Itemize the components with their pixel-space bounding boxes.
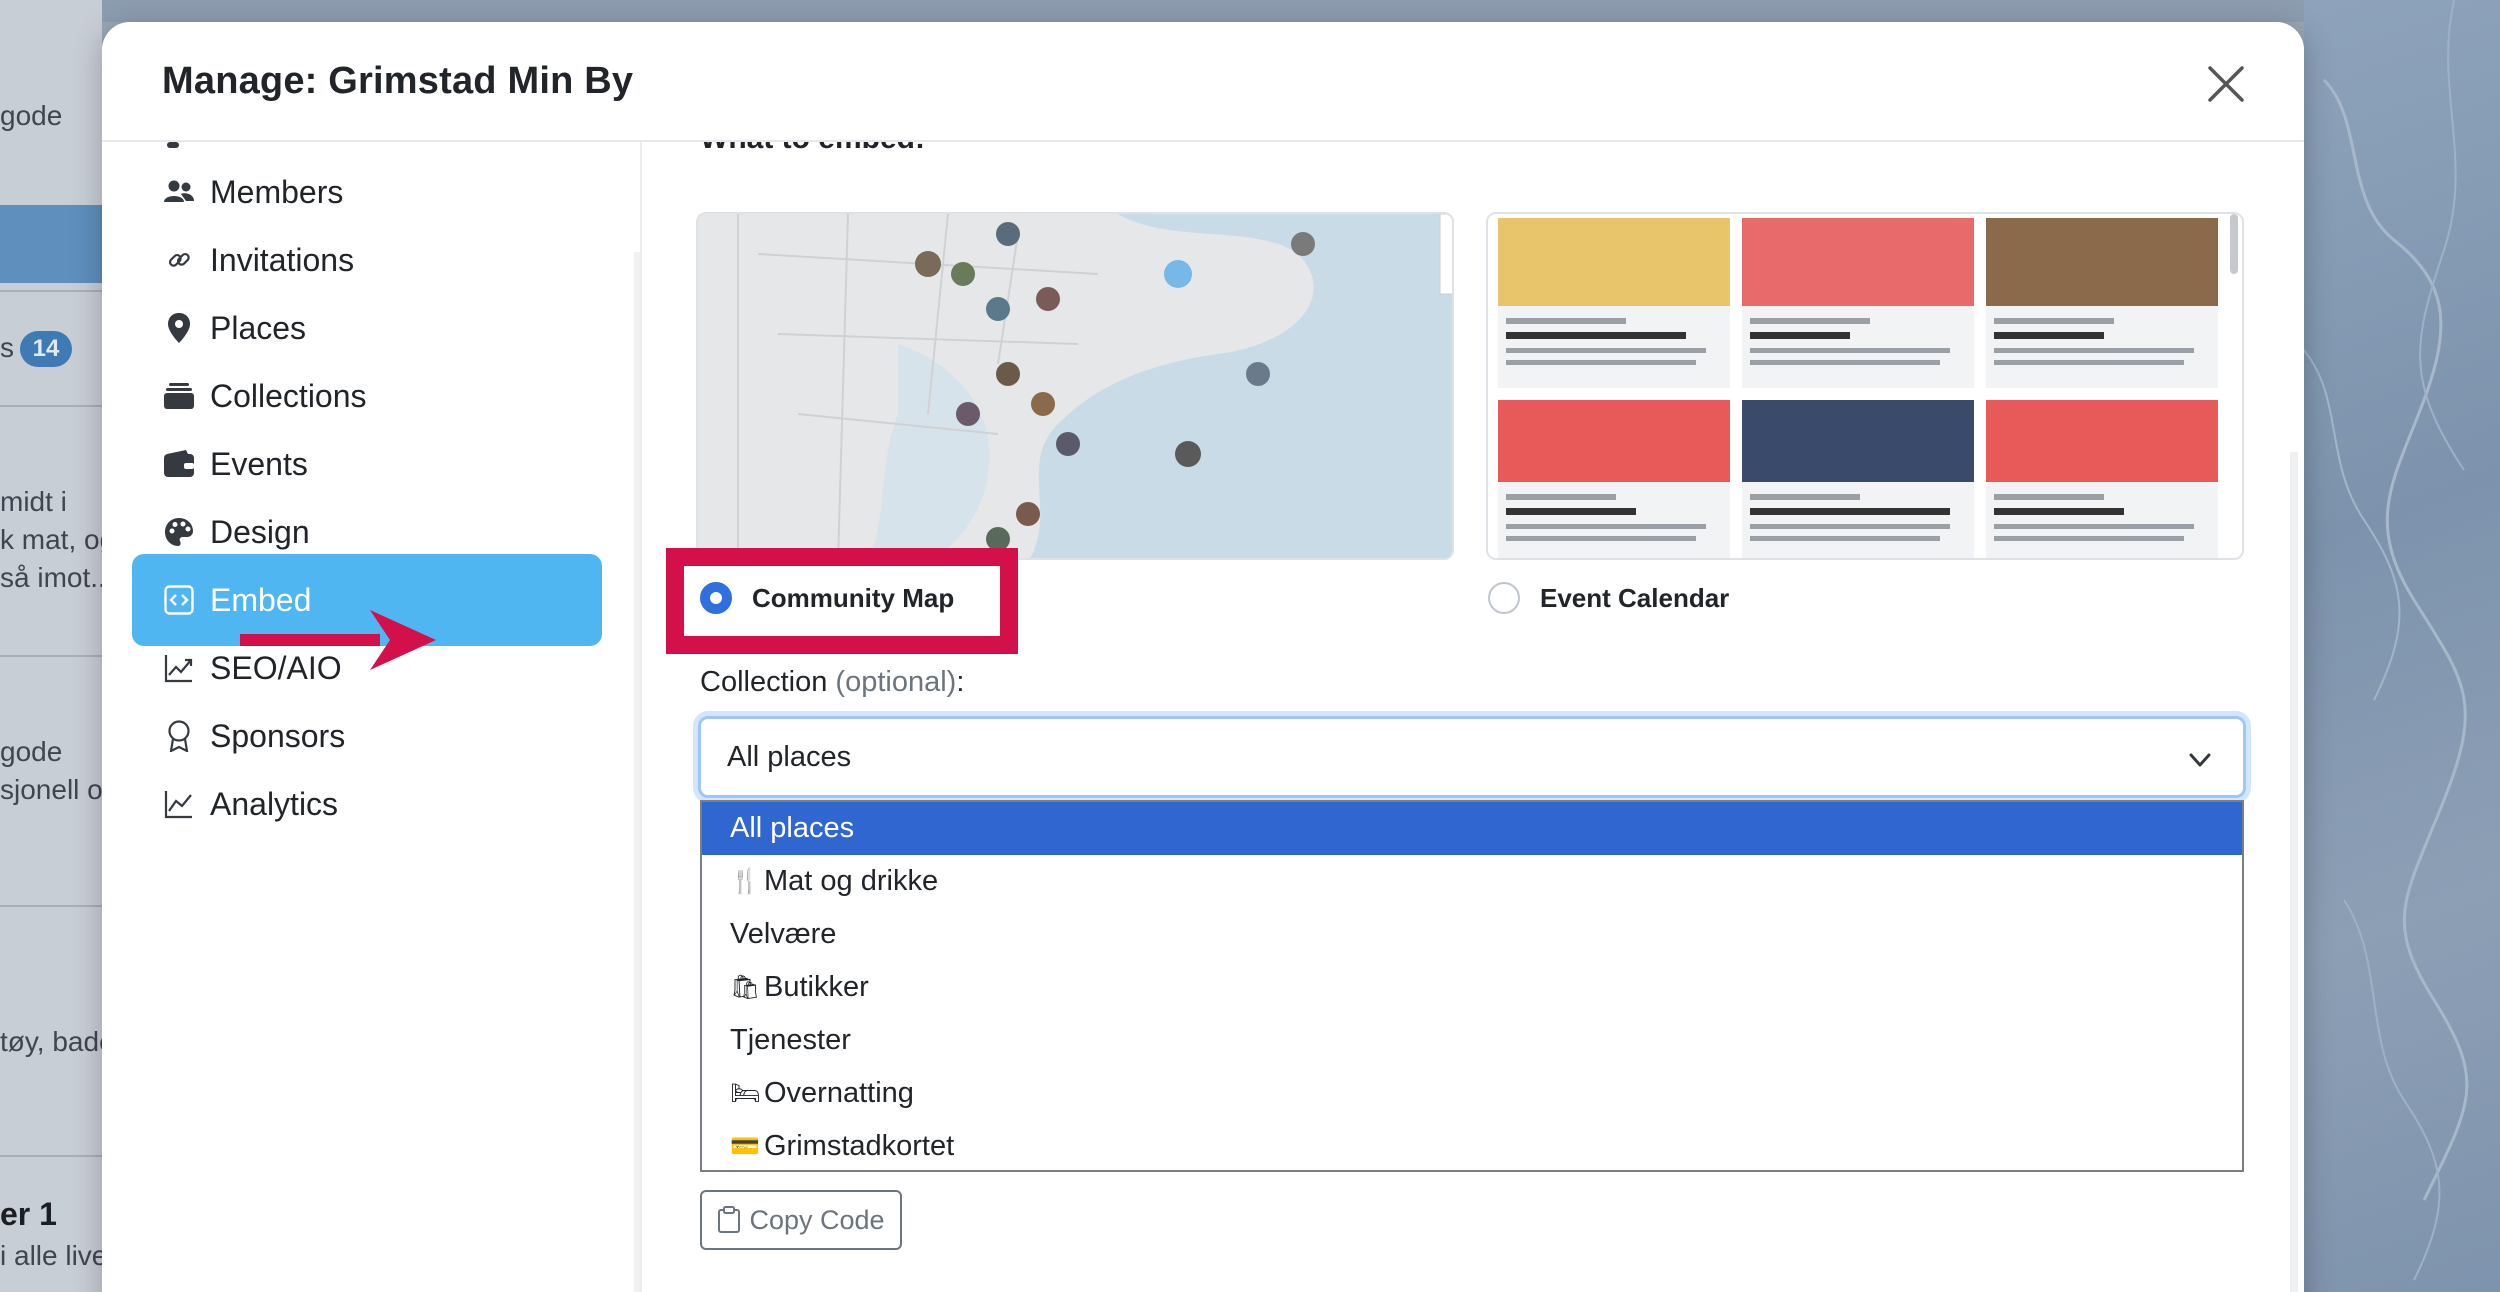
sidebar-item-label: Sponsors xyxy=(210,717,346,754)
shopping-bag-icon: 🛍 xyxy=(730,974,761,1001)
collection-icon xyxy=(162,379,196,413)
background-text: så imot.. xyxy=(0,562,102,593)
modal-title: Manage: Grimstad Min By xyxy=(162,60,634,102)
background-map-right xyxy=(2304,0,2500,1292)
wallet-icon xyxy=(162,447,196,481)
sidebar-item-label: Collections xyxy=(210,377,367,414)
event-calendar-preview[interactable] xyxy=(1486,212,2244,560)
sidebar-item-label: SEO/AIO xyxy=(210,649,342,686)
sidebar-scrollbar[interactable] xyxy=(634,252,640,1292)
palette-icon xyxy=(162,515,196,549)
sidebar-item-label: Embed xyxy=(210,581,312,618)
sidebar-item-label: Events xyxy=(210,445,308,482)
sidebar-item-label: Design xyxy=(210,513,310,550)
radio-label: Event Calendar xyxy=(1540,582,1730,613)
background-text: er 1 xyxy=(0,1196,57,1232)
background-text: i alle live xyxy=(0,1240,102,1271)
option-label: Mat og drikke xyxy=(764,865,939,897)
dropdown-option[interactable]: 🍴 Mat og drikke xyxy=(702,855,2242,908)
close-icon xyxy=(2208,66,2244,102)
select-value: All places xyxy=(727,740,852,773)
background-text: sjonell og xyxy=(0,774,102,805)
close-button[interactable] xyxy=(2204,62,2248,106)
clipboard-icon xyxy=(718,1206,741,1233)
dropdown-option[interactable]: Velvære xyxy=(702,908,2242,961)
sidebar-item-label: Places xyxy=(210,309,307,346)
option-label: All places xyxy=(730,812,855,844)
map-thumbnail-image xyxy=(698,214,1452,558)
code-icon xyxy=(162,583,196,617)
background-divider xyxy=(0,405,102,407)
background-divider xyxy=(0,1155,102,1157)
background-page-left: gode s 14 midt i k mat, og så imot.. god… xyxy=(0,0,102,1292)
label-colon: : xyxy=(956,666,965,698)
option-label: Tjenester xyxy=(730,1024,851,1056)
bed-icon: 🛏 xyxy=(730,1080,761,1107)
graph-icon xyxy=(162,787,196,821)
fork-knife-icon: 🍴 xyxy=(730,868,760,895)
collection-select[interactable]: All places xyxy=(698,716,2246,798)
collection-label-text: Collection xyxy=(700,666,828,698)
background-count-badge: 14 xyxy=(20,331,72,367)
content-scrollbar[interactable] xyxy=(2290,452,2298,1292)
background-text: gode xyxy=(0,736,63,767)
background-text: tøy, bade xyxy=(0,1026,102,1057)
sidebar-item-label: Members xyxy=(210,173,344,210)
option-label: Velvære xyxy=(730,918,837,950)
dropdown-option[interactable]: 🛏 Overnatting xyxy=(702,1067,2242,1120)
sidebar: Members Invitations Places Collections E xyxy=(102,142,642,1292)
community-map-preview[interactable] xyxy=(696,212,1454,560)
graph-up-icon xyxy=(162,651,196,685)
credit-card-icon: 💳 xyxy=(730,1133,760,1160)
award-icon xyxy=(162,719,196,753)
sidebar-item-analytics[interactable]: Analytics xyxy=(132,758,602,850)
calendar-thumbnail-image xyxy=(1488,214,2242,558)
link-icon xyxy=(162,243,196,277)
copy-code-label: Copy Code xyxy=(749,1204,885,1235)
radio-community-map[interactable]: Community Map xyxy=(700,582,954,614)
manage-modal: Manage: Grimstad Min By Members Invitati… xyxy=(102,22,2304,1292)
background-blue-bar xyxy=(0,205,102,283)
background-divider xyxy=(0,905,102,907)
dropdown-option[interactable]: Tjenester xyxy=(702,1014,2242,1067)
map-pin-icon xyxy=(162,311,196,345)
background-text: s xyxy=(0,332,14,363)
embed-content: What to embed: xyxy=(240,122,2304,1292)
collection-label: Collection (optional): xyxy=(700,666,964,699)
modal-header: Manage: Grimstad Min By xyxy=(102,22,2304,142)
background-text: midt i xyxy=(0,486,67,517)
optional-hint: (optional) xyxy=(835,666,957,698)
background-divider xyxy=(0,290,102,292)
option-label: Grimstadkortet xyxy=(764,1130,955,1162)
collection-dropdown-list[interactable]: All places 🍴 Mat og drikke Velvære 🛍 But… xyxy=(700,800,2244,1172)
dropdown-option[interactable]: 💳 Grimstadkortet xyxy=(702,1120,2242,1173)
dropdown-option[interactable]: All places xyxy=(702,802,2242,855)
radio-event-calendar[interactable]: Event Calendar xyxy=(1488,582,1729,614)
background-text: k mat, og xyxy=(0,524,102,555)
users-icon xyxy=(162,175,196,209)
background-top-strip xyxy=(102,0,2304,22)
background-text: gode xyxy=(0,100,63,131)
background-divider xyxy=(0,655,102,657)
option-label: Overnatting xyxy=(764,1077,914,1109)
radio-button-unchecked[interactable] xyxy=(1488,582,1520,614)
sidebar-item-label: Analytics xyxy=(210,785,339,822)
radio-button-checked[interactable] xyxy=(700,582,732,614)
copy-code-button[interactable]: Copy Code xyxy=(700,1190,902,1250)
dropdown-option[interactable]: 🛍 Butikker xyxy=(702,961,2242,1014)
sidebar-item-label: Invitations xyxy=(210,241,355,278)
option-label: Butikker xyxy=(764,971,869,1003)
chevron-down-icon xyxy=(2189,753,2211,767)
radio-label: Community Map xyxy=(752,582,955,613)
